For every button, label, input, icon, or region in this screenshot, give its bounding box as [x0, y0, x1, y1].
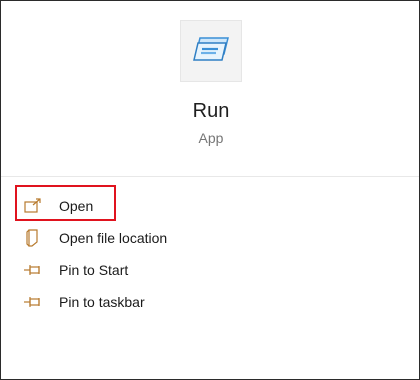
menu-item-pin-to-taskbar[interactable]: Pin to taskbar — [19, 288, 145, 316]
pin-icon — [23, 292, 43, 312]
app-context-panel: Run App Open Open file location Pin to S… — [0, 0, 420, 380]
app-type-label: App — [198, 130, 224, 146]
app-header: Run App — [1, 1, 419, 177]
divider — [1, 176, 419, 177]
highlight-box — [15, 185, 116, 221]
menu-item-label: Pin to taskbar — [59, 294, 145, 310]
run-dialog-icon — [192, 34, 230, 69]
menu-item-open-file-location[interactable]: Open file location — [19, 224, 167, 252]
menu-item-label: Pin to Start — [59, 262, 129, 278]
pin-icon — [23, 260, 43, 280]
app-name: Run — [192, 100, 230, 122]
file-location-icon — [23, 228, 43, 248]
app-icon-tile — [180, 20, 242, 82]
menu-item-pin-to-start[interactable]: Pin to Start — [19, 256, 128, 284]
menu-item-label: Open file location — [59, 230, 168, 246]
